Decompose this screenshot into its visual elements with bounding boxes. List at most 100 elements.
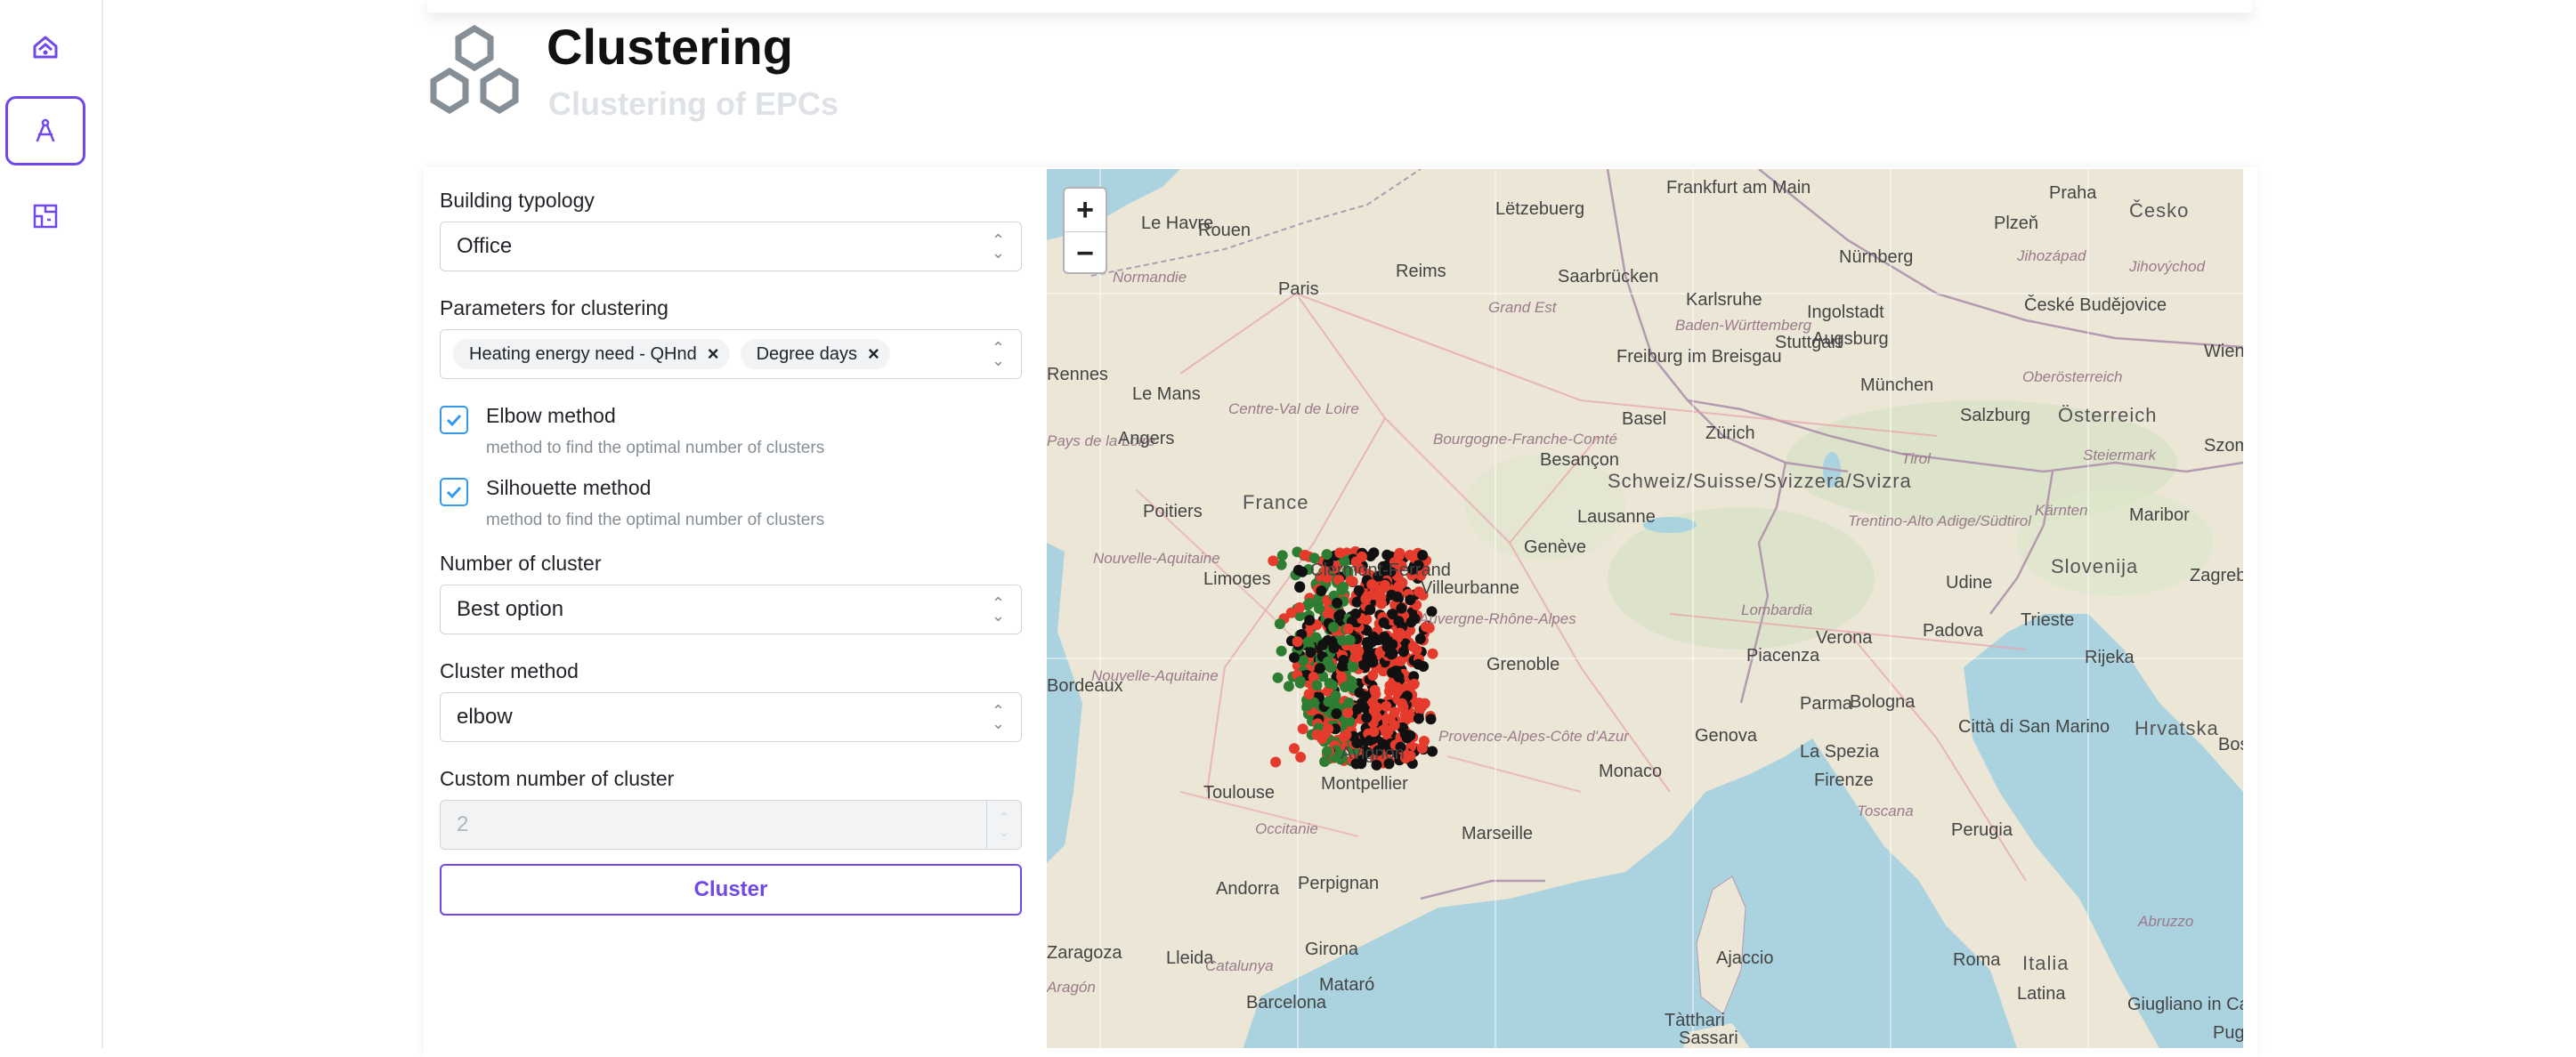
remove-pill-icon[interactable]: × — [868, 343, 879, 366]
nav-home-button[interactable] — [5, 12, 85, 82]
cluster-point — [1379, 631, 1390, 642]
map-label: České Budějovice — [2024, 295, 2167, 315]
zoom-control: + − — [1063, 187, 1107, 274]
sidebar — [0, 0, 103, 1048]
cluster-point — [1270, 756, 1282, 768]
cluster-point — [1381, 700, 1392, 712]
cluster-point — [1405, 730, 1416, 741]
cluster-point — [1353, 645, 1365, 657]
cluster-point — [1407, 641, 1419, 652]
map-label: Piacenza — [1746, 646, 1820, 666]
elbow-checkbox[interactable] — [440, 406, 468, 434]
cluster-point — [1397, 698, 1408, 709]
nav-clustering-button[interactable] — [5, 96, 85, 165]
cluster-point — [1311, 680, 1323, 691]
cluster-point — [1366, 636, 1378, 648]
cluster-point — [1405, 617, 1417, 628]
map-label: Basel — [1622, 409, 1667, 429]
chevron-updown-icon: ⌃ ⌄ — [991, 339, 1005, 369]
number-stepper[interactable]: ⌃ ⌄ — [986, 801, 1021, 849]
zoom-out-button[interactable]: − — [1065, 232, 1106, 275]
cluster-point — [1268, 555, 1279, 567]
map-label: Salzburg — [1960, 406, 2030, 425]
parameters-multiselect[interactable]: Heating energy need - QHnd × Degree days… — [440, 329, 1022, 379]
cluster-point — [1413, 713, 1424, 724]
nav-blueprint-button[interactable] — [5, 182, 85, 251]
cluster-point — [1319, 756, 1331, 767]
map-label: Toulouse — [1203, 783, 1276, 803]
cluster-point — [1387, 666, 1398, 678]
map-label: Reims — [1396, 262, 1446, 281]
map-label: Monaco — [1599, 762, 1663, 781]
silhouette-option: Silhouette method method to find the opt… — [440, 476, 1022, 530]
map-label: Marseille — [1462, 824, 1534, 843]
remove-pill-icon[interactable]: × — [708, 343, 719, 366]
number-of-cluster-select[interactable]: Best option ⌃ ⌄ — [440, 585, 1022, 634]
cluster-point — [1311, 729, 1323, 740]
map-label: Latina — [2017, 984, 2066, 1004]
cluster-point — [1414, 704, 1425, 715]
chevron-updown-icon: ⌃ ⌄ — [991, 702, 1005, 732]
map-label: Jihozápad — [2017, 247, 2086, 264]
map-label: Lausanne — [1577, 507, 1656, 527]
pill-label: Degree days — [756, 343, 857, 364]
cluster-point — [1314, 602, 1324, 614]
map-label: Nürnberg — [1839, 247, 1914, 267]
map-label: Girona — [1305, 940, 1359, 959]
map-label: Baden-Württemberg — [1675, 317, 1812, 334]
map-label: Tirol — [1901, 450, 1931, 467]
building-typology-select[interactable]: Office ⌃ ⌄ — [440, 222, 1022, 271]
cluster-point — [1379, 579, 1390, 591]
cluster-point — [1346, 676, 1357, 687]
cluster-point — [1365, 604, 1376, 616]
cluster-point — [1394, 547, 1405, 559]
page-title: Clustering — [547, 19, 793, 75]
cluster-point — [1417, 550, 1429, 561]
map-label: Firenze — [1814, 771, 1874, 790]
cluster-method-select[interactable]: elbow ⌃ ⌄ — [440, 692, 1022, 742]
cluster-point — [1294, 581, 1306, 593]
map-label: Giugliano in Campania — [2127, 995, 2243, 1014]
cluster-point — [1343, 697, 1355, 708]
cluster-button[interactable]: Cluster — [440, 864, 1022, 916]
number-of-cluster-value: Best option — [457, 597, 564, 621]
silhouette-checkbox[interactable] — [440, 478, 468, 506]
cluster-point — [1338, 581, 1349, 593]
map-label: Karlsruhe — [1686, 290, 1762, 310]
map-label: Barcelona — [1246, 993, 1327, 1013]
map-label: Trieste — [2021, 610, 2075, 630]
chevron-updown-icon: ⌃ ⌄ — [991, 231, 1005, 262]
map-label: Aragón — [1047, 979, 1096, 996]
cluster-point — [1393, 616, 1405, 627]
map-label: Plzeň — [1994, 214, 2039, 233]
cluster-point — [1336, 671, 1348, 682]
cluster-point — [1361, 712, 1373, 723]
map-label: Genève — [1524, 537, 1587, 557]
parameter-pill: Heating energy need - QHnd × — [453, 339, 730, 369]
map[interactable]: Le Havre Rouen Normandie Reims Paris Lët… — [1047, 169, 2243, 1048]
cluster-point — [1387, 648, 1398, 659]
cluster-point — [1295, 675, 1307, 687]
map-label: Città di San Marino — [1958, 717, 2110, 737]
cluster-point — [1304, 615, 1316, 626]
map-label: Praha — [2049, 183, 2097, 203]
map-label: Besançon — [1540, 450, 1619, 470]
map-label: Rijeka — [2085, 648, 2135, 667]
map-label: Grand Est — [1488, 299, 1557, 316]
cluster-point — [1368, 726, 1380, 738]
custom-number-input[interactable]: 2 ⌃ ⌄ — [440, 800, 1022, 850]
chevron-updown-icon: ⌃ ⌄ — [991, 594, 1005, 625]
blueprint-icon — [33, 204, 58, 229]
map-label: Limoges — [1203, 569, 1271, 589]
pill-label: Heating energy need - QHnd — [469, 343, 697, 364]
map-label: Mataró — [1319, 975, 1375, 995]
cluster-point — [1354, 687, 1365, 698]
map-label: Udine — [1946, 573, 1993, 593]
cluster-point — [1397, 646, 1409, 658]
cluster-point — [1367, 657, 1379, 668]
zoom-in-button[interactable]: + — [1065, 189, 1106, 232]
map-label: Grenoble — [1486, 655, 1560, 674]
cluster-point — [1272, 672, 1284, 683]
cluster-point — [1276, 550, 1288, 561]
cluster-point — [1419, 736, 1430, 746]
